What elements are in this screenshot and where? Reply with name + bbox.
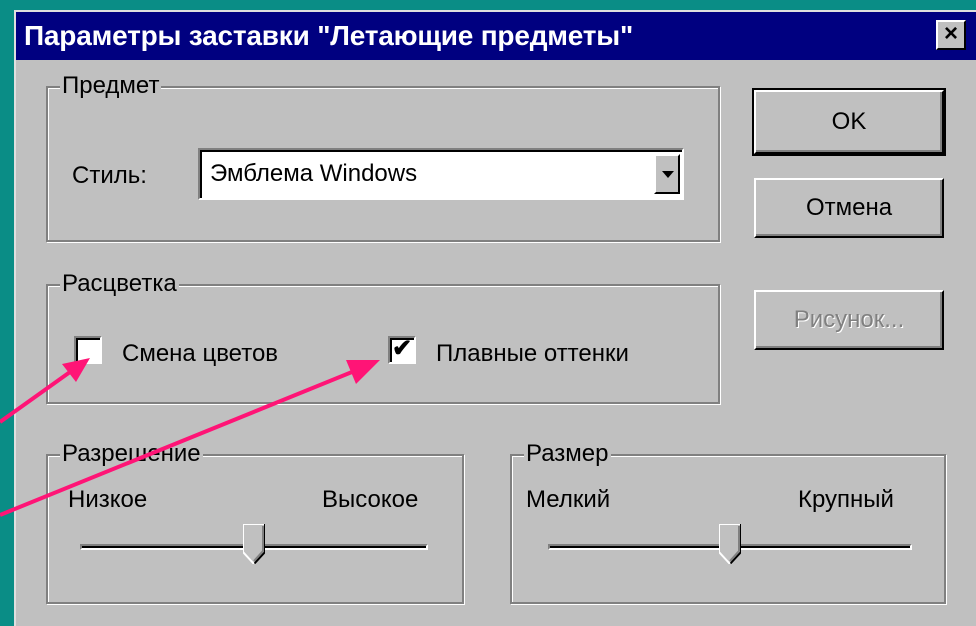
resolution-slider-thumb[interactable] (243, 524, 265, 564)
ok-button[interactable]: OK (752, 88, 946, 156)
window-title: Параметры заставки "Летающие предметы" (24, 20, 634, 51)
resolution-group-label: Разрешение (60, 440, 203, 468)
picture-button-label: Рисунок... (793, 306, 905, 333)
cancel-button[interactable]: Отмена (754, 178, 944, 238)
ok-button-label: OK (831, 108, 867, 135)
style-select-value: Эмблема Windows (210, 160, 418, 187)
style-select[interactable]: Эмблема Windows (198, 148, 684, 200)
cycle-colors-label: Смена цветов (122, 340, 279, 367)
color-group-label: Расцветка (60, 270, 179, 298)
smooth-shades-label: Плавные оттенки (436, 340, 629, 367)
cancel-button-label: Отмена (805, 194, 893, 221)
style-label: Стиль: (72, 162, 147, 189)
size-group-label: Размер (524, 440, 611, 468)
title-bar[interactable]: Параметры заставки "Летающие предметы" × (16, 12, 976, 60)
size-slider-thumb[interactable] (719, 524, 741, 564)
dropdown-arrow-icon[interactable] (654, 154, 680, 194)
close-icon: × (943, 20, 958, 47)
close-button[interactable]: × (936, 20, 966, 50)
object-group-label: Предмет (60, 72, 162, 100)
size-max-label: Крупный (798, 486, 894, 513)
picture-button[interactable]: Рисунок... (754, 290, 944, 350)
checkmark-icon: ✔ (392, 335, 413, 362)
resolution-max-label: Высокое (322, 486, 419, 513)
cycle-colors-checkbox[interactable] (74, 336, 102, 364)
size-min-label: Мелкий (526, 486, 611, 513)
screensaver-settings-dialog: Параметры заставки "Летающие предметы" ×… (14, 10, 976, 626)
resolution-min-label: Низкое (68, 486, 148, 513)
smooth-shades-checkbox[interactable]: ✔ (388, 335, 416, 364)
